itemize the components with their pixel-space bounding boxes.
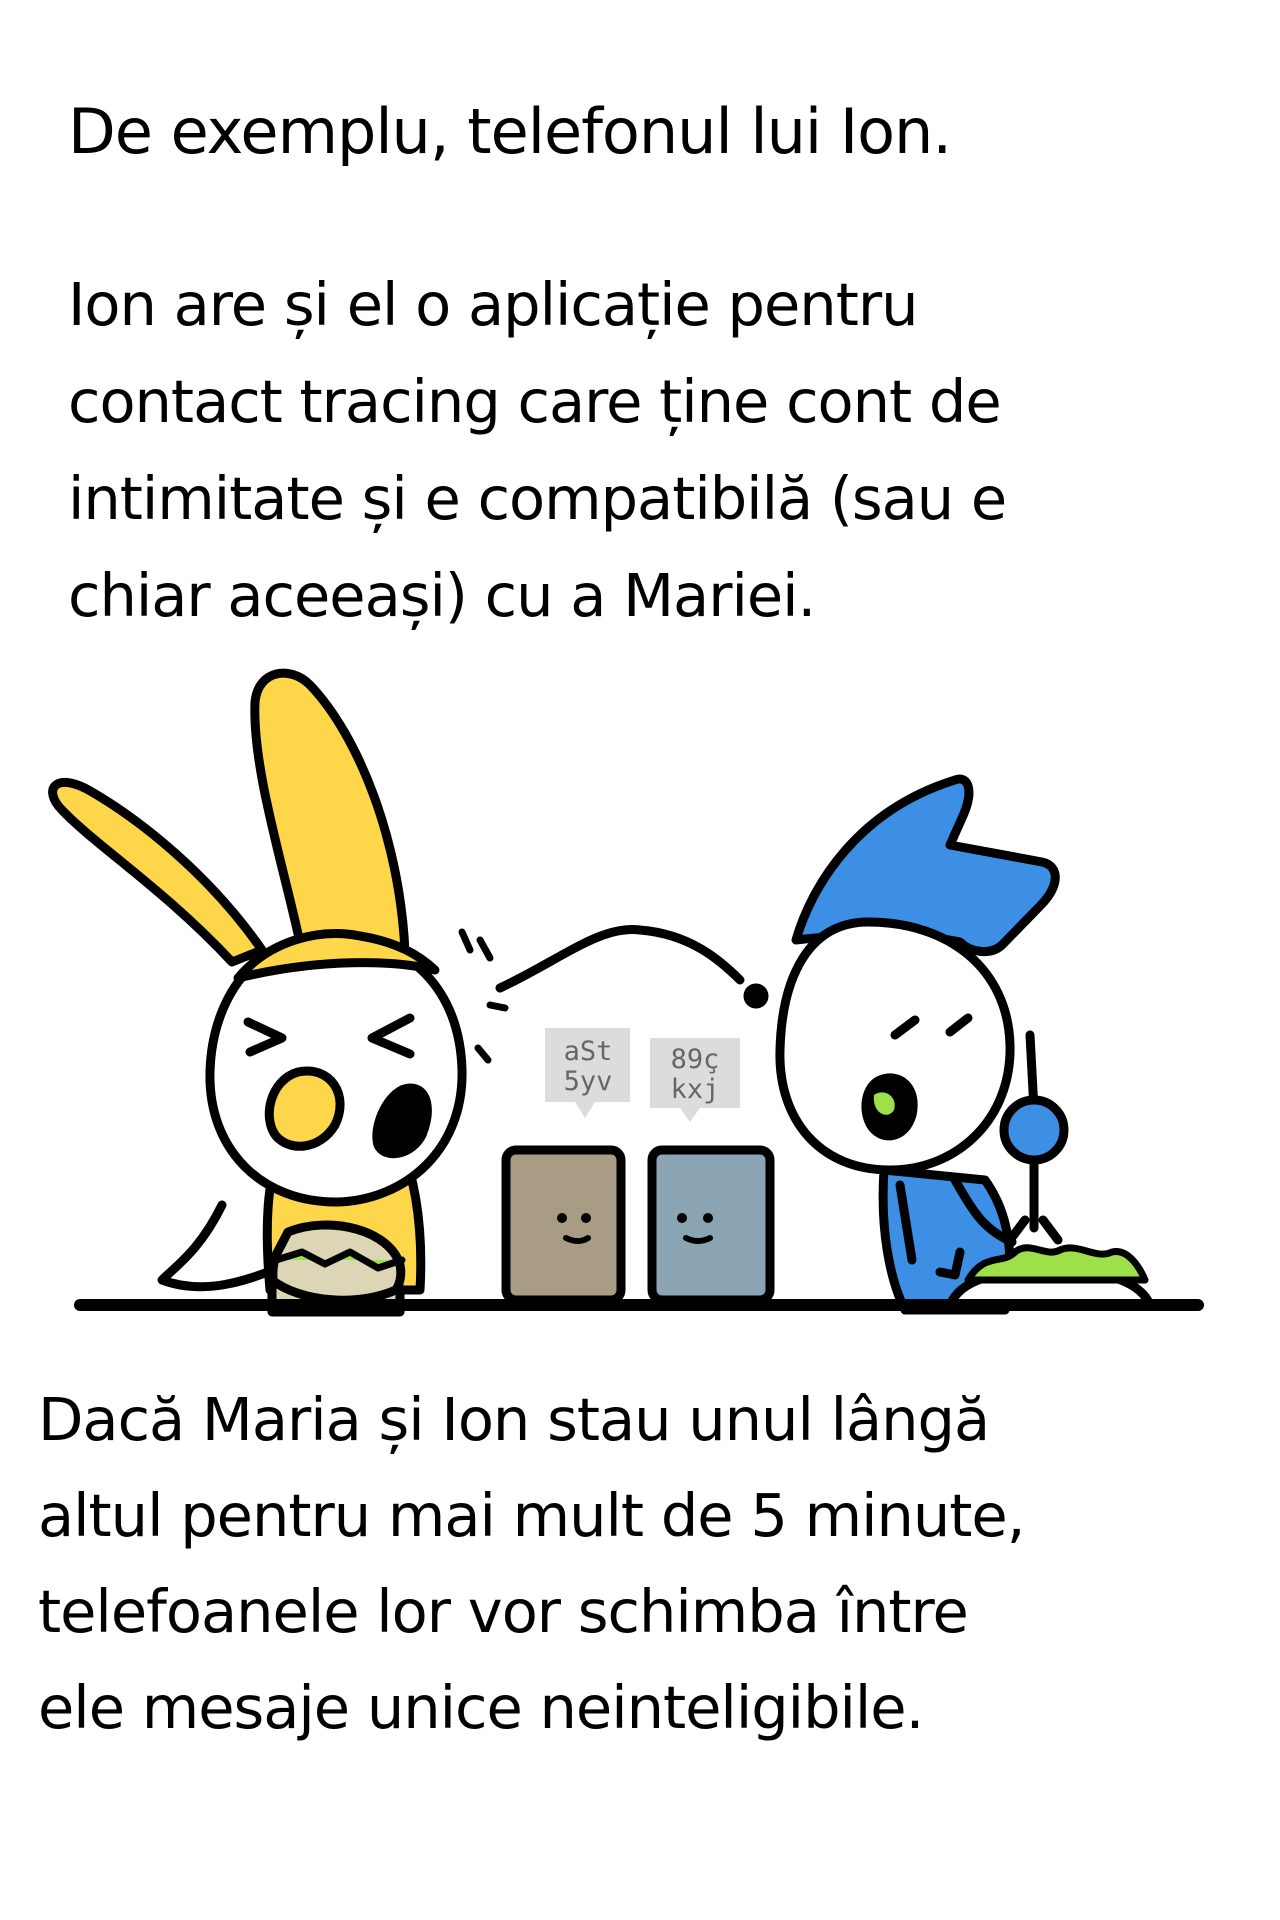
caption-line: Dacă Maria și Ion stau unul lângă <box>38 1385 990 1454</box>
phone-left <box>501 1145 626 1305</box>
caption-line: contact tracing care ține cont de <box>68 367 1002 436</box>
message-bubble-right: 89ç kxj <box>650 1038 740 1122</box>
motion-lines <box>458 928 509 1064</box>
phone-left-eye <box>581 1213 591 1223</box>
caption-bottom: Dacă Maria și Ion stau unul lângă altul … <box>38 1372 1025 1756</box>
rabbit-hand <box>264 1066 345 1151</box>
rabbit-arm <box>157 1200 283 1292</box>
comic-illustration: aSt 5yv 89ç kxj <box>48 668 1204 1317</box>
bubble-left-line: aSt <box>564 1036 613 1067</box>
phone-right-eye <box>703 1213 713 1223</box>
fork-hand <box>999 1095 1069 1165</box>
exchange-arc <box>495 925 745 993</box>
caption-line: chiar aceeași) cu a Mariei. <box>68 561 816 630</box>
caption-line: intimitate și e compatibilă (sau e <box>68 464 1007 533</box>
caption-title: De exemplu, telefonul lui Ion. <box>68 95 952 168</box>
caption-line: altul pentru mai mult de 5 minute, <box>38 1481 1025 1550</box>
caption-line: ele mesaje unice neinteligibile. <box>38 1673 924 1742</box>
phone-right <box>647 1145 775 1305</box>
bubble-right-line: kxj <box>671 1074 720 1105</box>
bubble-right-line: 89ç <box>671 1044 720 1075</box>
caption-intro: Ion are și el o aplicație pentru contact… <box>68 256 1007 644</box>
phone-right-mouth <box>683 1235 713 1244</box>
rabbit-character <box>48 668 467 1317</box>
rabbit-right-ear <box>250 668 410 957</box>
caption-line: telefoanele lor vor schimba între <box>38 1577 969 1646</box>
caption-line: Ion are și el o aplicație pentru <box>68 270 919 339</box>
phone-right-body <box>647 1145 775 1305</box>
phone-left-mouth <box>563 1235 591 1244</box>
phone-left-body <box>501 1145 626 1305</box>
bubble-left-line: 5yv <box>564 1066 613 1097</box>
rabbit-left-ear <box>48 777 267 967</box>
phone-left-eye <box>557 1213 567 1223</box>
ion-character <box>775 774 1155 1315</box>
phone-right-eye <box>677 1213 687 1223</box>
message-bubble-left: aSt 5yv <box>545 1028 630 1118</box>
exchange-dot <box>743 983 769 1009</box>
